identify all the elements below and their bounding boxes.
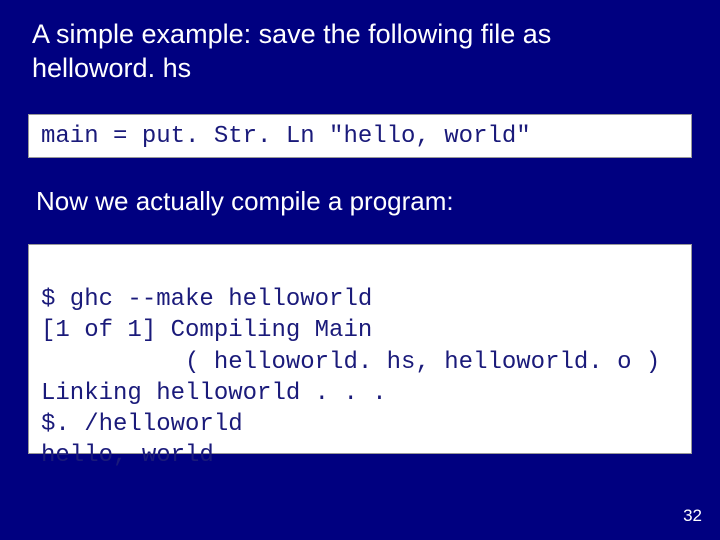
- slide: A simple example: save the following fil…: [0, 0, 720, 540]
- page-number: 32: [683, 506, 702, 526]
- slide-heading: A simple example: save the following fil…: [32, 18, 672, 86]
- terminal-line: [1 of 1] Compiling Main: [41, 317, 372, 344]
- terminal-line: hello, world: [41, 442, 214, 469]
- code-box-source: main = put. Str. Ln "hello, world": [28, 114, 692, 158]
- slide-subtext: Now we actually compile a program:: [36, 186, 454, 217]
- code-box-terminal: $ ghc --make helloworld [1 of 1] Compili…: [28, 244, 692, 454]
- terminal-line: Linking helloworld . . .: [41, 380, 387, 407]
- terminal-line: ( helloworld. hs, helloworld. o ): [41, 349, 660, 376]
- terminal-line: $ ghc --make helloworld: [41, 286, 372, 313]
- terminal-line: $. /helloworld: [41, 411, 243, 438]
